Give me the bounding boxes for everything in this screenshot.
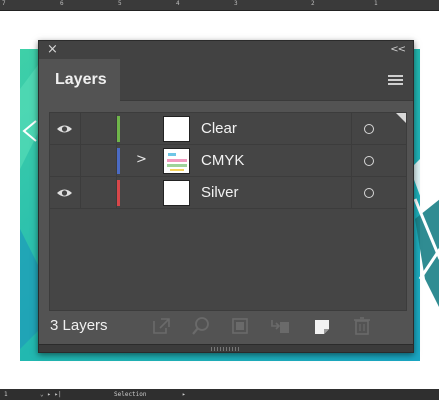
resize-grip-icon[interactable] — [211, 347, 241, 351]
layer-color-swatch — [117, 116, 120, 142]
target-circle-icon[interactable] — [364, 188, 374, 198]
current-tool-label[interactable]: Selection — [114, 391, 147, 398]
layer-color-swatch — [117, 180, 120, 206]
eye-icon[interactable] — [56, 124, 73, 134]
layers-list: Clear > CMYK Silver — [49, 112, 407, 311]
export-for-screens-icon[interactable] — [151, 316, 173, 336]
ruler-tick: 7 — [2, 0, 6, 7]
status-bar: 1 ⌄ ▸ ▸| Selection ▸ — [0, 389, 439, 400]
lock-toggle[interactable] — [81, 113, 117, 145]
ruler-tick: 5 — [118, 0, 122, 7]
column-divider — [351, 113, 352, 145]
lock-toggle[interactable] — [81, 177, 117, 209]
ruler-tick: 4 — [176, 0, 180, 7]
panel-menu-icon[interactable] — [388, 75, 403, 86]
locate-object-icon[interactable] — [190, 316, 212, 336]
ruler-tick: 1 — [374, 0, 378, 7]
ruler-tick: 3 — [234, 0, 238, 7]
visibility-toggle[interactable] — [50, 145, 81, 177]
layer-thumbnail — [163, 180, 190, 206]
close-icon[interactable]: × — [47, 42, 58, 58]
layer-color-swatch — [117, 148, 120, 174]
eye-icon[interactable] — [56, 188, 73, 198]
ruler-tick: 6 — [60, 0, 64, 7]
create-sublayer-icon[interactable] — [269, 316, 291, 336]
layer-name[interactable]: Clear — [201, 113, 237, 145]
panel-tabbar: Layers — [39, 59, 413, 102]
visibility-toggle[interactable] — [50, 113, 81, 145]
horizontal-ruler: 7 6 5 4 3 2 1 — [0, 0, 439, 11]
layer-count-label: 3 Layers — [50, 317, 108, 334]
delete-layer-icon[interactable] — [351, 316, 373, 336]
column-divider — [351, 145, 352, 177]
layer-row-clear[interactable]: Clear — [50, 113, 406, 145]
expand-chevron-icon[interactable]: > — [136, 152, 147, 168]
layer-row-silver[interactable]: Silver — [50, 177, 406, 209]
play-icon[interactable]: ▸ — [182, 391, 186, 398]
column-divider — [351, 177, 352, 209]
layers-panel: × << Layers Clear > CMYK Silver 3 Layers — [38, 40, 414, 353]
zoom-value[interactable]: 1 — [4, 391, 8, 398]
target-circle-icon[interactable] — [364, 124, 374, 134]
visibility-toggle[interactable] — [50, 177, 81, 209]
target-circle-icon[interactable] — [364, 156, 374, 166]
layer-name[interactable]: CMYK — [201, 145, 244, 177]
artboard-nav-arrows[interactable]: ⌄ ▸ ▸| — [40, 391, 62, 398]
create-new-layer-icon[interactable] — [311, 316, 333, 336]
selected-layer-indicator — [396, 113, 406, 123]
layer-thumbnail — [163, 148, 190, 174]
panel-resize-strip[interactable] — [39, 344, 413, 352]
collapse-panel-icon[interactable]: << — [390, 43, 406, 57]
layer-row-cmyk[interactable]: > CMYK — [50, 145, 406, 177]
lock-toggle[interactable] — [81, 145, 117, 177]
layer-name[interactable]: Silver — [201, 177, 239, 209]
ruler-tick: 2 — [311, 0, 315, 7]
panel-titlebar[interactable]: × << — [39, 41, 413, 59]
layer-thumbnail — [163, 116, 190, 142]
tab-layers[interactable]: Layers — [39, 59, 120, 102]
make-clipping-mask-icon[interactable] — [229, 316, 251, 336]
